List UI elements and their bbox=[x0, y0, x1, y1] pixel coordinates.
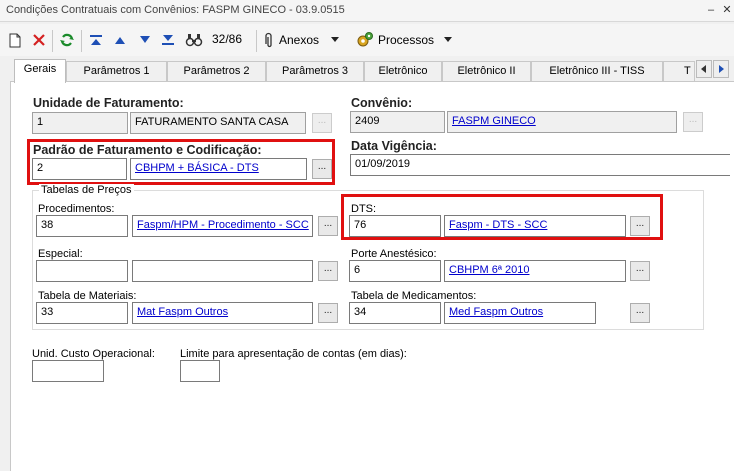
dropdown-arrow-icon bbox=[331, 37, 340, 42]
dts-label: DTS: bbox=[351, 203, 377, 215]
tab-scroll-right-icon[interactable] bbox=[713, 60, 729, 78]
tab-overflow[interactable]: T bbox=[663, 61, 695, 82]
new-document-icon[interactable] bbox=[6, 30, 24, 50]
medicamentos-label: Tabela de Medicamentos: bbox=[351, 290, 477, 302]
convenio-name-field[interactable]: FASPM GINECO bbox=[447, 111, 677, 133]
toolbar: 32/86 Anexos Processos bbox=[0, 24, 734, 56]
previous-record-icon[interactable] bbox=[111, 30, 129, 50]
vigencia-label: Data Vigência: bbox=[351, 139, 437, 153]
processos-button[interactable]: Processos bbox=[356, 30, 456, 50]
gears-icon bbox=[357, 32, 373, 47]
last-record-icon[interactable] bbox=[159, 30, 177, 50]
limite-field[interactable] bbox=[180, 360, 220, 382]
convenio-code-field[interactable]: 2409 bbox=[350, 111, 445, 133]
refresh-icon[interactable] bbox=[57, 30, 77, 50]
porte-lookup-button[interactable]: ... bbox=[630, 261, 650, 281]
search-records-icon[interactable] bbox=[183, 30, 205, 50]
padrao-name-field[interactable]: CBHPM + BÁSICA - DTS bbox=[130, 158, 307, 180]
tab-eletronico-iii-tiss[interactable]: Eletrônico III - TISS bbox=[531, 61, 663, 82]
procedimentos-lookup-button[interactable]: ... bbox=[318, 216, 338, 236]
materiais-name-field[interactable]: Mat Faspm Outros bbox=[132, 302, 313, 324]
especial-lookup-button[interactable]: ... bbox=[318, 261, 338, 281]
medicamentos-name-link[interactable]: Med Faspm Outros bbox=[449, 306, 543, 318]
minimize-icon[interactable]: – bbox=[704, 3, 718, 17]
porte-label: Porte Anestésico: bbox=[351, 248, 437, 260]
vigencia-date-field[interactable]: 01/09/2019 bbox=[350, 154, 730, 176]
padrao-label: Padrão de Faturamento e Codificação: bbox=[33, 143, 262, 157]
medicamentos-lookup-button[interactable]: ... bbox=[630, 303, 650, 323]
tab-parametros-1[interactable]: Parâmetros 1 bbox=[66, 61, 167, 82]
materiais-name-link[interactable]: Mat Faspm Outros bbox=[137, 306, 228, 318]
medicamentos-name-field[interactable]: Med Faspm Outros bbox=[444, 302, 596, 324]
dts-code-field[interactable]: 76 bbox=[349, 215, 441, 237]
tab-parametros-2[interactable]: Parâmetros 2 bbox=[167, 61, 266, 82]
anexos-button[interactable]: Anexos bbox=[263, 30, 349, 50]
padrao-lookup-button[interactable]: ... bbox=[312, 159, 332, 179]
tab-bar: Gerais Parâmetros 1 Parâmetros 2 Parâmet… bbox=[0, 58, 734, 83]
next-record-icon[interactable] bbox=[136, 30, 154, 50]
dts-name-field[interactable]: Faspm - DTS - SCC bbox=[444, 215, 626, 237]
toolbar-separator bbox=[81, 30, 82, 52]
processos-label: Processos bbox=[378, 33, 435, 47]
custo-label: Unid. Custo Operacional: bbox=[32, 348, 155, 360]
tab-eletronico[interactable]: Eletrônico bbox=[364, 61, 442, 82]
medicamentos-code-field[interactable]: 34 bbox=[349, 302, 441, 324]
procedimentos-label: Procedimentos: bbox=[38, 203, 115, 215]
procedimentos-name-link[interactable]: Faspm/HPM - Procedimento - SCC bbox=[137, 219, 309, 231]
procedimentos-code-field[interactable]: 38 bbox=[36, 215, 128, 237]
dts-lookup-button[interactable]: ... bbox=[630, 216, 650, 236]
record-counter: 32/86 bbox=[212, 32, 243, 46]
unidade-lookup-button[interactable]: ... bbox=[312, 113, 332, 133]
dts-name-link[interactable]: Faspm - DTS - SCC bbox=[449, 219, 547, 231]
porte-name-link[interactable]: CBHPM 6ª 2010 bbox=[449, 264, 530, 276]
tab-parametros-3[interactable]: Parâmetros 3 bbox=[266, 61, 364, 82]
porte-code-field[interactable]: 6 bbox=[349, 260, 441, 282]
paperclip-icon bbox=[265, 32, 272, 48]
tab-eletronico-ii[interactable]: Eletrônico II bbox=[442, 61, 531, 82]
materiais-label: Tabela de Materiais: bbox=[38, 290, 137, 302]
toolbar-separator bbox=[256, 30, 257, 52]
materiais-code-field[interactable]: 33 bbox=[36, 302, 128, 324]
close-window-icon[interactable]: ✕ bbox=[720, 3, 734, 17]
convenio-lookup-button[interactable]: ... bbox=[683, 112, 703, 132]
tab-gerais[interactable]: Gerais bbox=[14, 59, 66, 83]
convenio-label: Convênio: bbox=[351, 96, 413, 110]
unidade-label: Unidade de Faturamento: bbox=[33, 96, 184, 110]
delete-icon[interactable] bbox=[30, 30, 48, 50]
toolbar-separator bbox=[52, 30, 53, 52]
anexos-label: Anexos bbox=[279, 33, 320, 47]
unidade-code-field[interactable]: 1 bbox=[32, 112, 128, 134]
window-title: Condições Contratuais com Convênios: FAS… bbox=[6, 4, 345, 16]
padrao-name-link[interactable]: CBHPM + BÁSICA - DTS bbox=[135, 162, 259, 174]
materiais-lookup-button[interactable]: ... bbox=[318, 303, 338, 323]
dropdown-arrow-icon bbox=[444, 37, 453, 42]
especial-code-field[interactable] bbox=[36, 260, 128, 282]
unidade-name-field[interactable]: FATURAMENTO SANTA CASA bbox=[130, 112, 306, 134]
first-record-icon[interactable] bbox=[87, 30, 105, 50]
procedimentos-name-field[interactable]: Faspm/HPM - Procedimento - SCC bbox=[132, 215, 313, 237]
tabelas-precos-title: Tabelas de Preços bbox=[39, 184, 134, 196]
custo-field[interactable] bbox=[32, 360, 104, 382]
convenio-name-link[interactable]: FASPM GINECO bbox=[452, 115, 536, 127]
padrao-code-field[interactable]: 2 bbox=[32, 158, 127, 180]
limite-label: Limite para apresentação de contas (em d… bbox=[180, 348, 407, 360]
especial-label: Especial: bbox=[38, 248, 83, 260]
title-bar: Condições Contratuais com Convênios: FAS… bbox=[0, 0, 734, 22]
especial-name-field[interactable] bbox=[132, 260, 313, 282]
porte-name-field[interactable]: CBHPM 6ª 2010 bbox=[444, 260, 626, 282]
tab-scroll-left-icon[interactable] bbox=[696, 60, 712, 78]
